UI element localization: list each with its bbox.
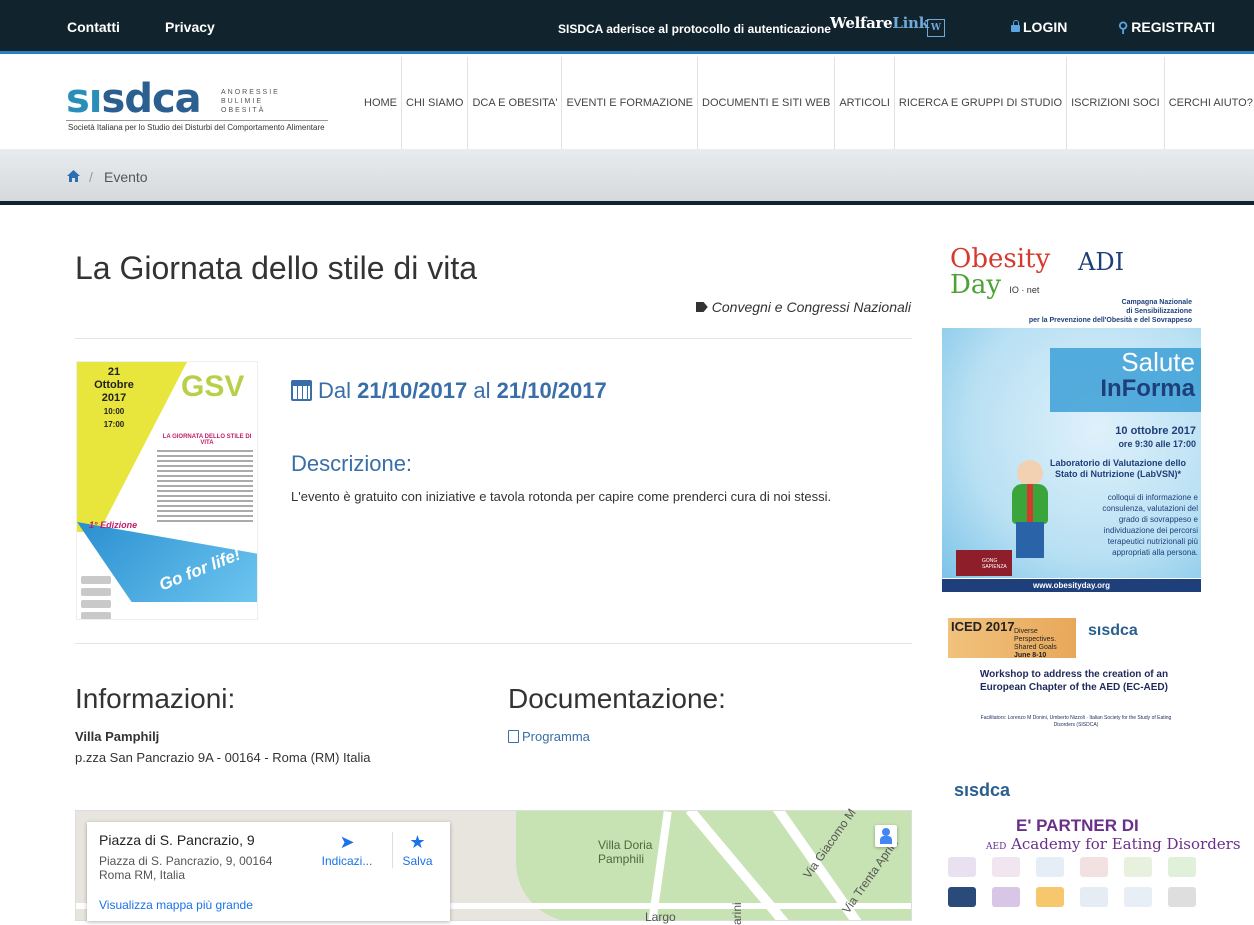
obesity-day-banner[interactable]: Obesity Day IO · net ADI Campagna Naziona… [942,240,1201,592]
directions-icon: ➤ [339,832,355,852]
contatti-link[interactable]: Contatti [67,19,120,35]
description-text: L'evento è gratuito con iniziative e tav… [291,489,832,504]
save-button[interactable]: ★ Salva [392,832,442,868]
main-nav: HOME CHI SIAMO DCA E OBESITA' EVENTI E F… [360,57,1254,149]
divider [75,643,912,644]
map-place-address: Piazza di S. Pancrazio, 9, 00164 Roma RM,… [99,854,273,882]
auth-protocol-text: SISDCA aderisce al protocollo di autenti… [558,22,831,36]
map-place-title: Piazza di S. Pancrazio, 9 [99,832,255,848]
map-label-street: arini [730,902,744,925]
partner-logos-row [948,857,1196,877]
partner-logos-row [948,887,1196,907]
login-link[interactable]: LOGIN [1011,19,1067,35]
nav-documenti[interactable]: DOCUMENTI E SITI WEB [698,57,836,149]
aed-partner-banner[interactable]: sısdca E' PARTNER DI AED Academy for Eat… [946,780,1241,921]
nav-home[interactable]: HOME [360,57,402,149]
divider [75,338,912,339]
star-icon: ★ [409,832,426,852]
home-icon[interactable] [67,170,80,182]
iced-workshop-banner[interactable]: ICED 2017 Diverse Perspectives. Shared Go… [946,612,1198,742]
key-icon: ⚲ [1118,19,1129,35]
tag-icon [695,302,708,312]
programma-link[interactable]: Programma [508,729,590,744]
street-view-pegman-icon[interactable] [875,825,897,847]
nav-iscrizioni[interactable]: ISCRIZIONI SOCI [1067,57,1165,149]
map-label-park: Villa Doria Pamphili [598,838,653,866]
logo-tagline: Società Italiana per lo Studio dei Distu… [68,123,325,132]
welfarelink-logo[interactable]: WelfareLink W [830,14,945,37]
register-link[interactable]: ⚲ REGISTRATI [1118,19,1215,36]
breadcrumb: / Evento [0,149,1254,205]
map-label-street: Largo [645,910,676,924]
privacy-link[interactable]: Privacy [165,19,215,35]
map-bigger-link[interactable]: Visualizza mappa più grande [99,898,253,912]
illustration-person [1002,460,1057,560]
nav-eventi-formazione[interactable]: EVENTI E FORMAZIONE [562,57,698,149]
pdf-icon [508,730,519,743]
info-heading: Informazioni: [75,683,236,714]
top-bar: Contatti Privacy SISDCA aderisce al prot… [0,0,1254,54]
nav-cerchi-aiuto[interactable]: CERCHI AIUTO? [1165,57,1254,149]
nav-articoli[interactable]: ARTICOLI [835,57,895,149]
event-date-range: Dal 21/10/2017 al 21/10/2017 [291,378,607,404]
site-header: sısdca ANORESSIE BULIMIE OBESITÀ Società I… [0,57,1254,149]
nav-dca-obesita[interactable]: DCA E OBESITA' [468,57,563,149]
directions-button[interactable]: ➤ Indicazi... [317,832,377,868]
page-title: La Giornata dello stile di vita [75,250,477,286]
calendar-icon [291,380,312,401]
nav-chi-siamo[interactable]: CHI SIAMO [402,57,469,149]
description-heading: Descrizione: [291,451,413,476]
event-poster[interactable]: 21 Ottobre 2017 10:00 17:00 GSV LA GIORN… [76,361,258,620]
lock-icon [1011,20,1020,32]
breadcrumb-current: Evento [104,169,148,185]
event-category[interactable]: Convegni e Congressi Nazionali [695,299,911,315]
sisdca-logo[interactable]: sısdca ANORESSIE BULIMIE OBESITÀ Società I… [66,76,331,140]
nav-ricerca[interactable]: RICERCA E GRUPPI DI STUDIO [895,57,1068,149]
venue-address: p.zza San Pancrazio 9A - 00164 - Roma (R… [75,750,371,765]
map-info-card: Piazza di S. Pancrazio, 9 Piazza di S. P… [87,822,450,921]
docs-heading: Documentazione: [508,683,726,714]
gong-sapienza-logo: GONG SAPIENZA [956,550,1012,576]
venue-name: Villa Pamphilj [75,729,160,744]
